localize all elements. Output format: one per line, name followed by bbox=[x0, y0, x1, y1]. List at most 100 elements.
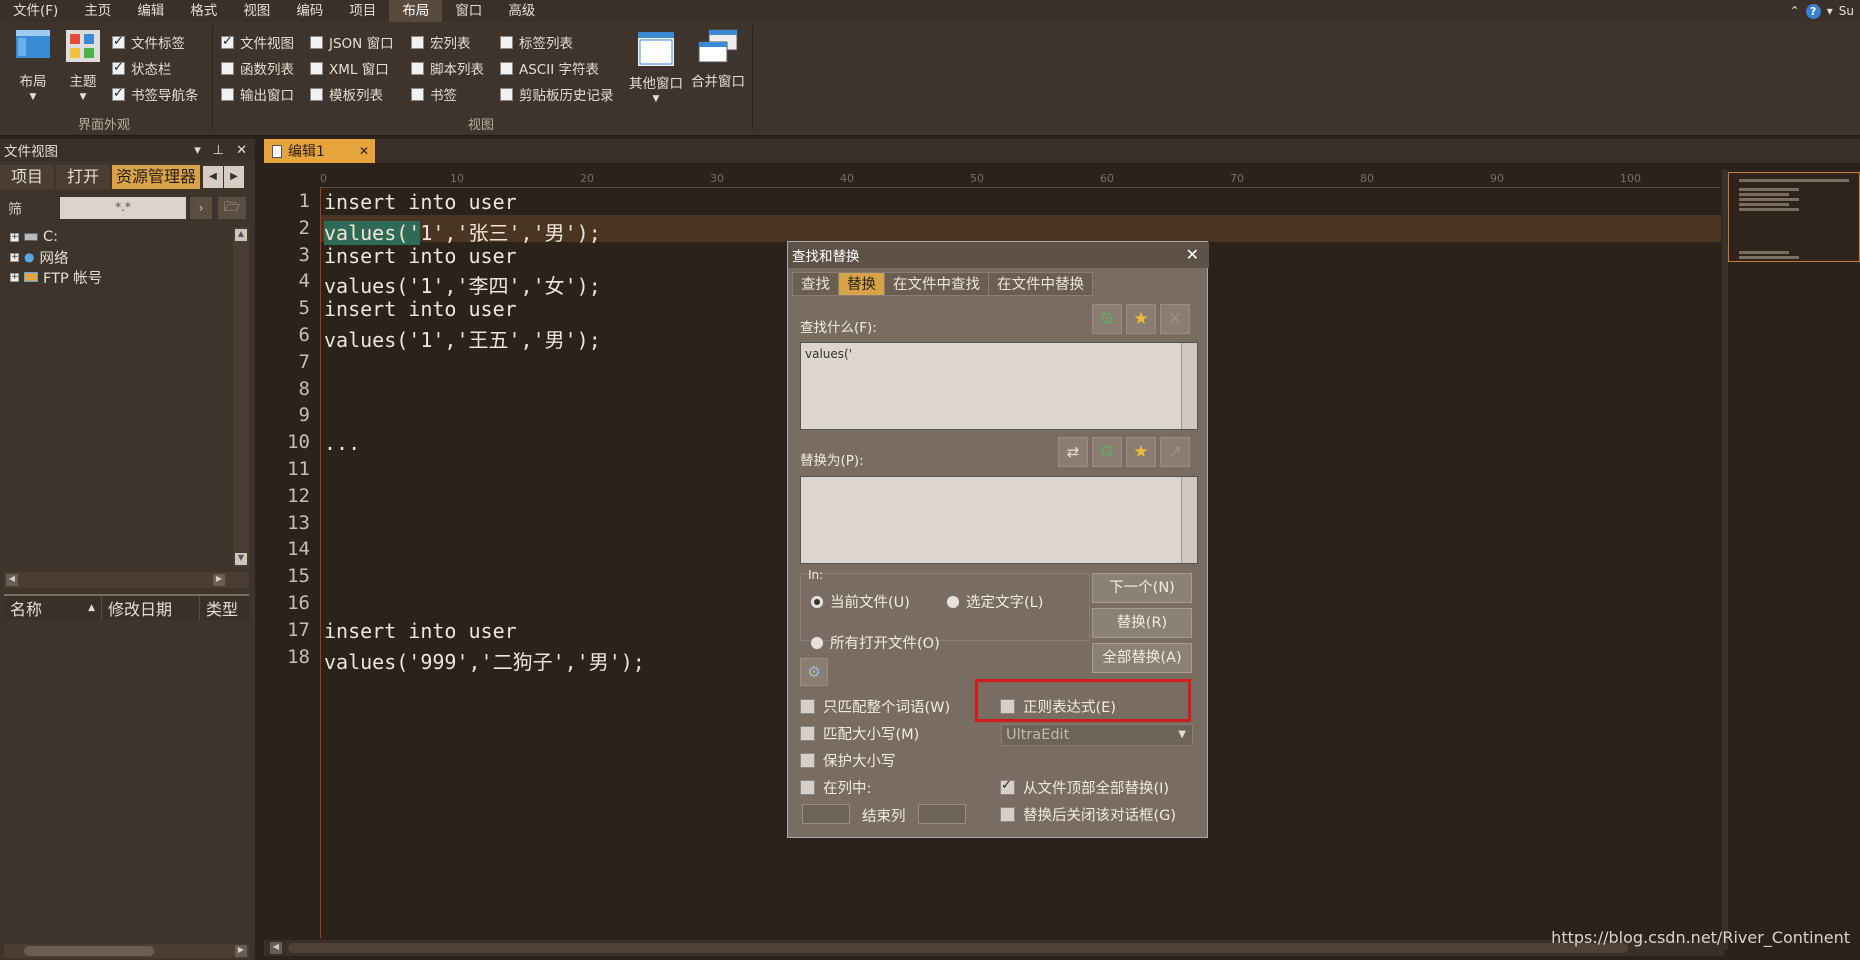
ribbon-checkbox[interactable]: 脚本列表 bbox=[411, 58, 484, 78]
ribbon-checkbox[interactable]: 书签导航条 bbox=[112, 84, 199, 104]
dialog-tab-3[interactable]: 在文件中替换 bbox=[988, 272, 1093, 296]
scroll-thumb[interactable] bbox=[288, 943, 1628, 953]
option-checkbox[interactable]: 从文件顶部全部替换(I) bbox=[1000, 777, 1169, 798]
ribbon-checkbox[interactable]: 输出窗口 bbox=[221, 84, 294, 104]
start-column-input[interactable] bbox=[802, 804, 850, 824]
ribbon-checkbox[interactable]: 宏列表 bbox=[411, 32, 471, 52]
panel-menu-icon[interactable]: ▾ bbox=[194, 143, 201, 158]
filter-apply-icon[interactable]: › bbox=[190, 197, 212, 219]
list-horizontal-scrollbar[interactable]: ▶ bbox=[4, 944, 249, 958]
tab-project[interactable]: 项目 bbox=[0, 165, 55, 189]
clear-icon[interactable]: ✕ bbox=[1160, 304, 1190, 334]
scroll-right-icon[interactable]: ▶ bbox=[213, 574, 225, 586]
pin-icon[interactable]: ⊥ bbox=[213, 143, 224, 158]
help-dropdown-icon[interactable]: ▾ bbox=[1827, 4, 1833, 18]
option-checkbox[interactable]: 匹配大小写(M) bbox=[800, 723, 919, 744]
option-checkbox[interactable]: 在列中: bbox=[800, 777, 871, 798]
tab-explorer[interactable]: 资源管理器 bbox=[112, 165, 201, 189]
advanced-settings-icon[interactable]: ⚙ bbox=[800, 658, 828, 686]
column-type[interactable]: 类型 bbox=[200, 596, 249, 620]
menu-item-7[interactable]: 布局 bbox=[389, 0, 443, 22]
column-name[interactable]: 名称 ▲ bbox=[4, 596, 102, 620]
replace-history-icon[interactable]: ⚙ bbox=[1092, 437, 1122, 467]
replace-input-scrollbar[interactable] bbox=[1181, 477, 1197, 563]
favorite-star-icon[interactable]: ★ bbox=[1126, 304, 1156, 334]
find-input[interactable]: values(' bbox=[800, 342, 1198, 430]
editor-horizontal-scrollbar[interactable]: ◀ bbox=[264, 940, 1724, 956]
swap-icon[interactable]: ⇄ bbox=[1058, 437, 1088, 467]
replace-all-button[interactable]: 全部替换(A) bbox=[1092, 643, 1192, 673]
tree-vertical-scrollbar[interactable]: ▲ ▼ bbox=[233, 227, 249, 567]
replace-button[interactable]: 替换(R) bbox=[1092, 608, 1192, 638]
tree-item-ftp[interactable]: + FTP 帐号 bbox=[4, 267, 236, 287]
expand-icon[interactable]: + bbox=[10, 232, 19, 242]
find-input-scrollbar[interactable] bbox=[1181, 343, 1197, 429]
menu-item-4[interactable]: 视图 bbox=[230, 0, 283, 22]
theme-button[interactable]: 主题 ▼ bbox=[62, 28, 104, 102]
help-icon[interactable]: ? bbox=[1805, 3, 1821, 19]
replace-options-icon[interactable]: ↗ bbox=[1160, 437, 1190, 467]
tab-editor-1[interactable]: 编辑1 ✕ bbox=[264, 139, 375, 163]
option-checkbox[interactable]: 保护大小写 bbox=[800, 750, 896, 771]
tab-open[interactable]: 打开 bbox=[56, 165, 111, 189]
find-history-icon[interactable]: ⚙ bbox=[1092, 304, 1122, 334]
merge-windows-button[interactable]: 合并窗口 bbox=[688, 28, 748, 90]
ribbon-checkbox[interactable]: 模板列表 bbox=[310, 84, 383, 104]
scroll-left-icon[interactable]: ◀ bbox=[270, 942, 282, 954]
scroll-left-icon[interactable]: ◀ bbox=[6, 574, 18, 586]
minimap[interactable] bbox=[1728, 172, 1860, 262]
tree-item-network[interactable]: + ● 网络 bbox=[4, 247, 236, 267]
ribbon-checkbox[interactable]: 标签列表 bbox=[500, 32, 573, 52]
other-windows-button[interactable]: 其他窗口 ▼ bbox=[628, 30, 684, 104]
menu-item-8[interactable]: 窗口 bbox=[442, 0, 495, 22]
checkbox-label: 匹配大小写(M) bbox=[823, 727, 920, 743]
menu-item-2[interactable]: 编辑 bbox=[124, 0, 177, 22]
scope-selected-text[interactable]: 选定文字(L) bbox=[946, 591, 1043, 612]
ribbon-checkbox[interactable]: 书签 bbox=[411, 84, 457, 104]
dialog-tab-2[interactable]: 在文件中查找 bbox=[884, 272, 989, 296]
column-modified[interactable]: 修改日期 bbox=[102, 596, 200, 620]
replace-input[interactable] bbox=[800, 476, 1198, 564]
expand-icon[interactable]: + bbox=[10, 252, 19, 262]
scope-current-file[interactable]: 当前文件(U) bbox=[810, 591, 910, 612]
tab-scroll-left-icon[interactable]: ◀ bbox=[203, 166, 224, 188]
collapse-ribbon-icon[interactable]: ⌃ bbox=[1790, 4, 1800, 18]
scroll-down-icon[interactable]: ▼ bbox=[235, 553, 247, 565]
menu-item-0[interactable]: 文件(F) bbox=[0, 0, 71, 22]
close-icon[interactable]: ✕ bbox=[236, 143, 247, 158]
tab-scroll-right-icon[interactable]: ▶ bbox=[224, 166, 245, 188]
find-next-button[interactable]: 下一个(N) bbox=[1092, 573, 1192, 603]
layout-button[interactable]: 布局 ▼ bbox=[10, 28, 56, 102]
regex-engine-select[interactable]: UltraEdit ▼ bbox=[1001, 724, 1193, 746]
ribbon-checkbox[interactable]: 函数列表 bbox=[221, 58, 294, 78]
tree-horizontal-scrollbar[interactable]: ◀ ▶ bbox=[4, 572, 249, 588]
close-tab-icon[interactable]: ✕ bbox=[359, 144, 369, 158]
ribbon-checkbox[interactable]: XML 窗口 bbox=[310, 58, 389, 78]
menu-item-1[interactable]: 主页 bbox=[71, 0, 124, 22]
filter-input[interactable]: *.* bbox=[60, 197, 186, 219]
menu-item-6[interactable]: 项目 bbox=[336, 0, 389, 22]
ribbon-checkbox[interactable]: JSON 窗口 bbox=[310, 32, 394, 52]
dialog-tab-1[interactable]: 替换 bbox=[838, 272, 885, 296]
expand-icon[interactable]: + bbox=[10, 272, 19, 282]
scope-all-open-files[interactable]: 所有打开文件(O) bbox=[810, 632, 940, 653]
option-checkbox[interactable]: 替换后关闭该对话框(G) bbox=[1000, 804, 1176, 825]
scroll-right-icon[interactable]: ▶ bbox=[235, 945, 247, 957]
menu-item-9[interactable]: 高级 bbox=[495, 0, 548, 22]
dialog-tab-0[interactable]: 查找 bbox=[792, 272, 839, 296]
option-checkbox[interactable]: 只匹配整个词语(W) bbox=[800, 696, 950, 717]
menu-item-5[interactable]: 编码 bbox=[283, 0, 336, 22]
ribbon-checkbox[interactable]: 文件标签 bbox=[112, 32, 185, 52]
tree-item-drive[interactable]: + C: bbox=[4, 227, 236, 247]
dialog-close-icon[interactable]: ✕ bbox=[1186, 245, 1199, 264]
folder-open-icon[interactable]: 🗁 bbox=[218, 197, 246, 219]
scroll-up-icon[interactable]: ▲ bbox=[235, 229, 247, 241]
ribbon-checkbox[interactable]: 状态栏 bbox=[112, 58, 172, 78]
favorite-star-icon[interactable]: ★ bbox=[1126, 437, 1156, 467]
ribbon-checkbox[interactable]: ASCII 字符表 bbox=[500, 58, 599, 78]
end-column-input[interactable] bbox=[918, 804, 966, 824]
scroll-thumb[interactable] bbox=[24, 946, 154, 956]
ribbon-checkbox[interactable]: 文件视图 bbox=[221, 32, 294, 52]
menu-item-3[interactable]: 格式 bbox=[177, 0, 230, 22]
ribbon-checkbox[interactable]: 剪贴板历史记录 bbox=[500, 84, 614, 104]
